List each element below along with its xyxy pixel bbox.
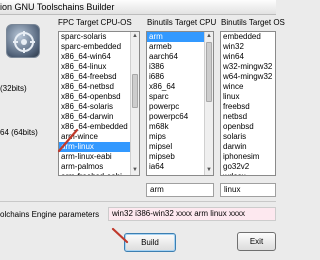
separator xyxy=(0,201,276,202)
binutils-cpu-field[interactable]: arm xyxy=(146,183,214,197)
list-item[interactable]: wdosx xyxy=(221,172,275,175)
list-item[interactable]: arm-linux xyxy=(59,142,139,152)
list-item[interactable]: go32v2 xyxy=(221,162,275,172)
scroll-up-icon[interactable]: ▲ xyxy=(131,32,139,41)
left-panel: (32bits) 64 (64bits) xyxy=(0,16,56,260)
fpc-target-header: FPC Target CPU-OS xyxy=(58,18,132,27)
list-item[interactable]: x86_64-netbsd xyxy=(59,82,139,92)
list-item[interactable]: arm-wince xyxy=(59,132,139,142)
build-button[interactable]: Build xyxy=(124,233,176,252)
radio-64bits[interactable]: 64 (64bits) xyxy=(0,127,38,139)
list-item[interactable]: x86_64-embedded xyxy=(59,122,139,132)
fpc-target-items: sparc-solaris sparc-embedded x86_64-win64 x… xyxy=(59,32,139,175)
list-item[interactable]: x86_64-linux xyxy=(59,62,139,72)
scroll-down-icon[interactable]: ▼ xyxy=(205,166,213,175)
fpc-target-list[interactable]: sparc-solaris sparc-embedded x86_64-win64 x… xyxy=(58,31,140,176)
list-item[interactable]: sparc-solaris xyxy=(59,32,139,42)
list-item[interactable]: x86_64-freebsd xyxy=(59,72,139,82)
list-item[interactable]: w64-mingw32 xyxy=(221,72,275,82)
radio-32bits[interactable]: (32bits) xyxy=(0,83,27,95)
list-item[interactable]: arm-palmos xyxy=(59,162,139,172)
list-item[interactable]: w32-mingw32 xyxy=(221,62,275,72)
scroll-thumb[interactable] xyxy=(206,42,212,102)
binutils-cpu-header: Binutils Target CPU xyxy=(147,18,217,27)
list-item[interactable]: win64 xyxy=(221,52,275,62)
list-item[interactable]: linux xyxy=(221,92,275,102)
list-item[interactable]: wince xyxy=(221,82,275,92)
list-item[interactable]: x86_64-solaris xyxy=(59,102,139,112)
exit-button[interactable]: Exit xyxy=(237,232,276,251)
list-item[interactable]: freebsd xyxy=(221,102,275,112)
binutils-cpu-list[interactable]: arm armeb aarch64 i386 i686 x86_64 sparc powerp… xyxy=(146,31,214,176)
title-bar: ion GNU Toolschains Builder xyxy=(0,0,276,15)
engine-params-label: olchains Engine parameters xyxy=(0,210,100,219)
app-logo-icon xyxy=(6,24,40,58)
window-title: ion GNU Toolschains Builder xyxy=(0,2,115,12)
list-item[interactable]: x86_64-darwin xyxy=(59,112,139,122)
list-item[interactable]: sparc-embedded xyxy=(59,42,139,52)
list-item[interactable]: netbsd xyxy=(221,112,275,122)
list-item[interactable]: arm-freebsd-eabi xyxy=(59,172,139,175)
list-item[interactable]: arm-linux-eabi xyxy=(59,152,139,162)
scroll-up-icon[interactable]: ▲ xyxy=(205,32,213,41)
binutils-os-field[interactable]: linux xyxy=(220,183,276,197)
list-item[interactable]: darwin xyxy=(221,142,275,152)
list-item[interactable]: iphonesim xyxy=(221,152,275,162)
engine-params-field[interactable]: win32 i386-win32 xxxx arm linux xxxx xyxy=(108,207,276,221)
scroll-down-icon[interactable]: ▼ xyxy=(131,166,139,175)
scroll-thumb[interactable] xyxy=(132,74,138,108)
list-item[interactable]: x86_64-openbsd xyxy=(59,92,139,102)
list-item[interactable]: solaris xyxy=(221,132,275,142)
binutils-os-list[interactable]: embedded win32 win64 w32-mingw32 w64-mingw32… xyxy=(220,31,276,176)
cpu-list-scrollbar[interactable]: ▲ ▼ xyxy=(204,32,213,175)
list-item[interactable]: embedded xyxy=(221,32,275,42)
fpc-list-scrollbar[interactable]: ▲ ▼ xyxy=(130,32,139,175)
list-item[interactable]: win32 xyxy=(221,42,275,52)
list-item[interactable]: x86_64-win64 xyxy=(59,52,139,62)
list-item[interactable]: openbsd xyxy=(221,122,275,132)
binutils-os-items: embedded win32 win64 w32-mingw32 w64-mingw32… xyxy=(221,32,275,175)
binutils-os-header: Binutils Target OS xyxy=(221,18,285,27)
